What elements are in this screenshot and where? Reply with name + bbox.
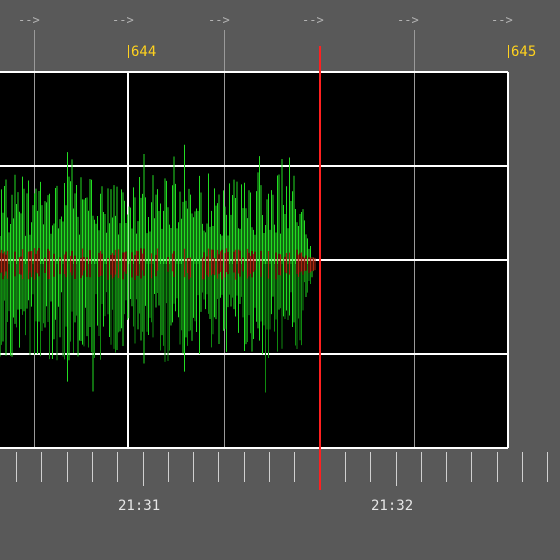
time-label: 21:32 (371, 498, 414, 514)
time-label: 21:31 (118, 498, 161, 514)
marker-label[interactable]: --> (302, 13, 324, 27)
marker-label[interactable]: --> (491, 13, 513, 27)
beat-number: 645 (511, 44, 537, 60)
marker-label[interactable]: --> (18, 13, 40, 27)
beat-number: 644 (131, 44, 157, 60)
waveform-editor[interactable]: --> --> --> --> --> --> 644 645 21:31 21… (0, 0, 560, 560)
marker-label[interactable]: --> (112, 13, 134, 27)
beat-ticks (128, 45, 509, 58)
time-ruler (16, 452, 548, 486)
marker-label[interactable]: --> (397, 13, 419, 27)
waveform-track[interactable] (0, 0, 560, 560)
marker-label[interactable]: --> (208, 13, 230, 27)
